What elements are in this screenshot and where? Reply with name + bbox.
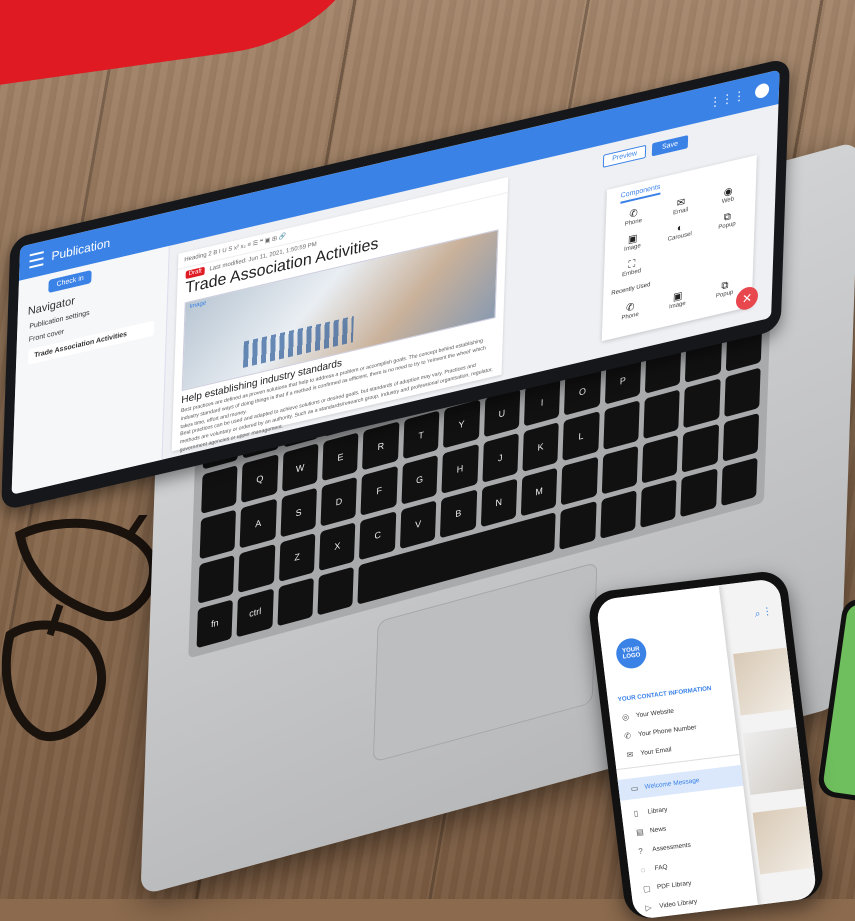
navigator-sidebar: Check in Navigator Publication settings … xyxy=(11,245,170,495)
component-image[interactable]: ▣ Image xyxy=(613,229,653,255)
preview-button[interactable]: Preview xyxy=(602,144,647,168)
menu-item-faq[interactable]: ◌ FAQ xyxy=(640,852,752,875)
contact-info-header[interactable]: YOUR CONTACT INFORMATION xyxy=(617,683,731,703)
component-phone[interactable]: ✆ Phone xyxy=(614,204,654,230)
component-email[interactable]: ✉ Email xyxy=(661,193,701,219)
video-icon: ▷ xyxy=(644,902,653,913)
check-in-button[interactable]: Check in xyxy=(48,269,92,294)
faq-icon: ◌ xyxy=(640,865,647,875)
eyeglasses-illustration xyxy=(1,515,159,741)
smartphone: ⌕ ⋮ YOUR LOGO YOUR CONTACT INFORMATION ◎… xyxy=(586,569,826,921)
news-icon: ▤ xyxy=(635,827,645,838)
account-icon[interactable] xyxy=(754,82,770,100)
contact-website[interactable]: ◎ Your Website xyxy=(621,699,733,722)
app-title: Publication xyxy=(51,235,111,264)
menu-item-assessments[interactable]: ? Assessments xyxy=(638,833,750,856)
hamburger-menu-icon[interactable] xyxy=(29,251,44,269)
content-card[interactable] xyxy=(752,806,816,875)
heading-select[interactable]: Heading 2 xyxy=(184,251,212,263)
search-icon[interactable]: ⌕ xyxy=(754,608,761,620)
component-web[interactable]: ◉ Web xyxy=(708,182,748,208)
library-icon: ▯ xyxy=(633,808,639,819)
logo-placeholder: YOUR LOGO xyxy=(614,636,648,671)
assessment-icon: ? xyxy=(637,846,644,856)
save-button[interactable]: Save xyxy=(651,134,689,157)
menu-item-library[interactable]: ▯ Library xyxy=(633,796,745,819)
contact-phone[interactable]: ✆ Your Phone Number xyxy=(624,718,736,741)
menu-item-pdf-library[interactable]: ▢ PDF Library xyxy=(643,871,755,894)
more-vert-icon[interactable]: ⋮ xyxy=(762,606,773,618)
component-popup[interactable]: ⧉ Popup xyxy=(707,207,747,233)
content-card[interactable] xyxy=(742,726,807,795)
pdf-icon: ▢ xyxy=(642,883,652,894)
recent-image[interactable]: ▣ Image xyxy=(658,287,698,313)
menu-item-news[interactable]: ▤ News xyxy=(636,815,748,838)
globe-icon: ◎ xyxy=(621,712,630,722)
email-icon: ✉ xyxy=(626,749,634,760)
component-carousel[interactable]: ◐ Carousel xyxy=(660,218,700,244)
phone-icon: ✆ xyxy=(623,731,632,741)
component-embed[interactable]: ⛶ Embed xyxy=(612,255,652,281)
phone-screen: ⌕ ⋮ YOUR LOGO YOUR CONTACT INFORMATION ◎… xyxy=(595,577,818,920)
image-block-label: Image xyxy=(189,300,207,311)
menu-item-welcome[interactable]: ▭ Welcome Message xyxy=(617,764,744,801)
recent-phone[interactable]: ✆ Phone xyxy=(610,298,650,324)
components-panel: Components ✆ Phone ✉ Email ◉ Web ▣ Image ◐ Ca… xyxy=(601,155,757,342)
message-icon: ▭ xyxy=(630,783,639,794)
content-card[interactable] xyxy=(733,647,797,716)
apps-grid-icon[interactable]: ⋮⋮⋮ xyxy=(709,88,745,111)
menu-item-video-library[interactable]: ▷ Video Library xyxy=(644,890,757,913)
